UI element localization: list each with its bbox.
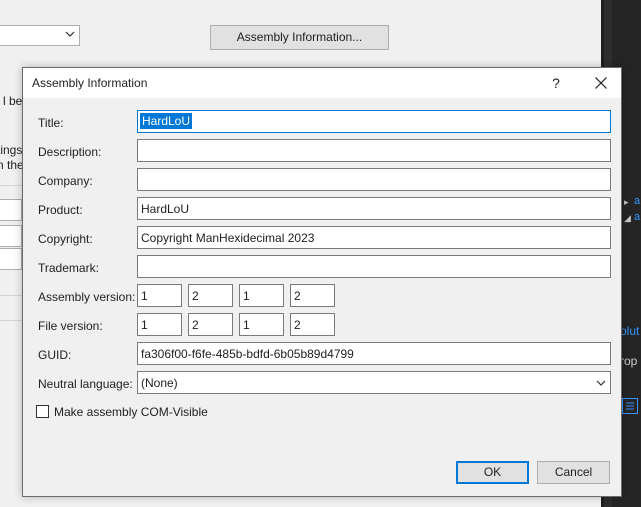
- neutral-language-label: Neutral language:: [38, 377, 133, 391]
- assembly-version-label: Assembly version:: [38, 290, 136, 304]
- file-version-label: File version:: [38, 319, 103, 333]
- file-version-major[interactable]: [137, 313, 182, 336]
- tree-item-glyph: a: [634, 211, 641, 223]
- tree-item-glyph: a: [634, 195, 641, 207]
- title-label: Title:: [38, 116, 64, 130]
- neutral-language-select[interactable]: (None): [137, 371, 611, 394]
- copyright-label: Copyright:: [38, 232, 93, 246]
- description-field[interactable]: [137, 139, 611, 162]
- neutral-language-value: (None): [141, 376, 178, 390]
- product-field[interactable]: [137, 197, 611, 220]
- file-version-build[interactable]: [239, 313, 284, 336]
- title-field-selected-text: HardLoU: [140, 113, 193, 129]
- com-visible-label[interactable]: Make assembly COM-Visible: [54, 405, 208, 419]
- close-button[interactable]: [583, 68, 617, 98]
- assembly-version-revision[interactable]: [290, 284, 335, 307]
- company-field[interactable]: [137, 168, 611, 191]
- assembly-version-build[interactable]: [239, 284, 284, 307]
- copyright-field[interactable]: [137, 226, 611, 249]
- trademark-field[interactable]: [137, 255, 611, 278]
- dialog-titlebar[interactable]: Assembly Information ?: [23, 68, 621, 98]
- background-text-fragment: tings: [0, 143, 23, 157]
- grid-view-icon[interactable]: [622, 398, 638, 414]
- help-button[interactable]: ?: [543, 68, 569, 98]
- chevron-down-icon: [65, 31, 75, 37]
- assembly-version-major[interactable]: [137, 284, 182, 307]
- description-label: Description:: [38, 145, 102, 159]
- background-text-fragment: n the: [0, 158, 24, 172]
- background-divider: [0, 185, 24, 186]
- close-icon: [595, 77, 607, 89]
- solution-explorer-tab[interactable]: olut: [620, 324, 639, 338]
- background-combo[interactable]: [0, 25, 80, 46]
- expand-arrow-icon[interactable]: ▸: [624, 197, 629, 208]
- collapse-arrow-icon[interactable]: ◢: [624, 213, 631, 224]
- background-input[interactable]: [0, 248, 22, 270]
- assembly-information-dialog: Assembly Information ? Title: HardLoU De…: [22, 67, 622, 497]
- background-input[interactable]: [0, 199, 22, 221]
- product-label: Product:: [38, 203, 83, 217]
- chevron-down-icon: [596, 380, 606, 386]
- assembly-version-minor[interactable]: [188, 284, 233, 307]
- trademark-label: Trademark:: [38, 261, 99, 275]
- com-visible-checkbox[interactable]: [36, 405, 49, 418]
- background-divider: [0, 295, 24, 296]
- file-version-revision[interactable]: [290, 313, 335, 336]
- file-version-minor[interactable]: [188, 313, 233, 336]
- guid-label: GUID:: [38, 348, 72, 362]
- ok-button[interactable]: OK: [456, 461, 529, 484]
- properties-tab[interactable]: rop: [620, 354, 637, 368]
- cancel-button[interactable]: Cancel: [537, 461, 610, 484]
- background-input[interactable]: [0, 225, 22, 247]
- assembly-information-button[interactable]: Assembly Information...: [210, 25, 389, 50]
- background-divider: [0, 320, 24, 321]
- company-label: Company:: [38, 174, 93, 188]
- dialog-title: Assembly Information: [32, 76, 148, 90]
- title-field[interactable]: HardLoU: [137, 110, 611, 133]
- guid-field[interactable]: [137, 342, 611, 365]
